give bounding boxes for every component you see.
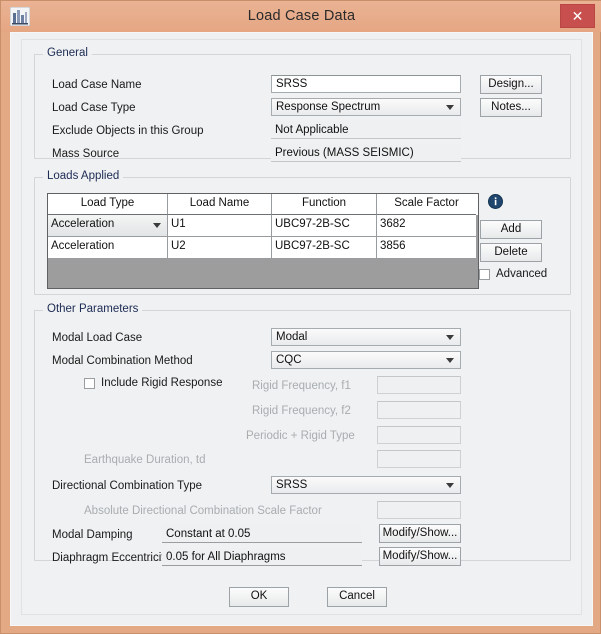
title-bar: Load Case Data ✕ (1, 1, 601, 32)
directional-combination-type-label: Directional Combination Type (52, 480, 203, 492)
include-rigid-response-checkbox[interactable]: Include Rigid Response (84, 377, 222, 389)
cell-function[interactable]: UBC97-2B-SC (272, 215, 377, 237)
add-load-button[interactable]: Add (480, 220, 542, 239)
load-case-type-value: Response Spectrum (276, 101, 381, 113)
loads-applied-group-title: Loads Applied (43, 170, 124, 182)
advanced-checkbox-label: Advanced (496, 268, 548, 280)
table-row[interactable]: Acceleration U1 UBC97-2B-SC 3682 (48, 215, 478, 237)
directional-combination-type-select[interactable]: SRSS (271, 476, 461, 494)
dialog-window: Load Case Data ✕ General Load Case Name … (0, 0, 601, 634)
load-case-name-input[interactable]: SRSS (271, 75, 461, 93)
chevron-down-icon (446, 358, 454, 363)
chevron-down-icon (446, 483, 454, 488)
chevron-down-icon (446, 105, 454, 110)
exclude-objects-group-label: Exclude Objects in this Group (52, 125, 204, 137)
chevron-down-icon (153, 223, 161, 228)
modal-damping-value: Constant at 0.05 (162, 525, 362, 543)
chevron-down-icon (446, 335, 454, 340)
absolute-scale-factor-label: Absolute Directional Combination Scale F… (84, 505, 322, 517)
cell-load-type-select[interactable]: Acceleration (48, 215, 168, 237)
load-case-type-label: Load Case Type (52, 102, 136, 114)
column-header-load-type: Load Type (48, 194, 168, 215)
absolute-scale-factor-input (377, 501, 461, 519)
mass-source-label: Mass Source (52, 148, 120, 160)
diaphragm-eccentricity-modify-show-button[interactable]: Modify/Show... (379, 547, 461, 566)
modal-damping-modify-show-button[interactable]: Modify/Show... (379, 524, 461, 543)
notes-button[interactable]: Notes... (480, 98, 542, 117)
general-group-title: General (43, 47, 92, 59)
modal-damping-label: Modal Damping (52, 529, 133, 541)
dialog-client: General Load Case Name SRSS Load Case Ty… (10, 32, 593, 626)
cell-load-type[interactable]: Acceleration (48, 237, 168, 259)
loads-applied-table[interactable]: Load Type Load Name Function Scale Facto… (47, 193, 479, 289)
periodic-rigid-type-input (377, 426, 461, 444)
directional-combination-type-value: SRSS (276, 479, 308, 491)
include-rigid-response-label: Include Rigid Response (101, 377, 223, 389)
table-header-row: Load Type Load Name Function Scale Facto… (48, 194, 478, 215)
modal-combination-method-value: CQC (276, 354, 302, 366)
load-case-type-select[interactable]: Response Spectrum (271, 98, 461, 116)
diaphragm-eccentricity-label: Diaphragm Eccentricity (52, 552, 171, 564)
earthquake-duration-label: Earthquake Duration, td (84, 454, 206, 466)
cell-load-name[interactable]: U2 (168, 237, 272, 259)
modal-load-case-label: Modal Load Case (52, 332, 143, 344)
earthquake-duration-input (377, 450, 461, 468)
cell-scale-factor[interactable]: 3856 (377, 237, 476, 259)
rigid-frequency-f2-input (377, 401, 461, 419)
cell-scale-factor[interactable]: 3682 (377, 215, 476, 237)
cell-load-type-value: Acceleration (51, 218, 115, 230)
diaphragm-eccentricity-value: 0.05 for All Diaphragms (162, 548, 362, 566)
dialog-content: General Load Case Name SRSS Load Case Ty… (21, 39, 582, 615)
checkbox-box[interactable] (84, 377, 95, 389)
ok-button[interactable]: OK (229, 587, 289, 607)
column-header-scale-factor: Scale Factor (377, 194, 476, 215)
exclude-objects-group-value: Not Applicable (271, 121, 461, 139)
rigid-frequency-f2-label: Rigid Frequency, f2 (252, 405, 351, 417)
column-header-load-name: Load Name (168, 194, 272, 215)
table-row[interactable]: Acceleration U2 UBC97-2B-SC 3856 (48, 237, 478, 259)
cell-function[interactable]: UBC97-2B-SC (272, 237, 377, 259)
table-empty-area (48, 259, 478, 288)
modal-load-case-select[interactable]: Modal (271, 328, 461, 346)
design-button[interactable]: Design... (480, 75, 542, 94)
other-parameters-group-title: Other Parameters (43, 303, 143, 315)
periodic-rigid-type-label: Periodic + Rigid Type (246, 430, 355, 442)
close-icon[interactable]: ✕ (560, 4, 595, 28)
cell-load-name[interactable]: U1 (168, 215, 272, 237)
modal-combination-method-label: Modal Combination Method (52, 355, 193, 367)
rigid-frequency-f1-label: Rigid Frequency, f1 (252, 380, 351, 392)
load-case-name-label: Load Case Name (52, 79, 142, 91)
modal-combination-method-select[interactable]: CQC (271, 351, 461, 369)
delete-load-button[interactable]: Delete (480, 243, 542, 262)
info-circle-icon[interactable] (488, 194, 503, 209)
mass-source-value: Previous (MASS SEISMIC) (271, 144, 461, 162)
rigid-frequency-f1-input (377, 376, 461, 394)
window-title: Load Case Data (247, 8, 356, 24)
modal-load-case-value: Modal (276, 331, 308, 343)
checkbox-box[interactable] (479, 268, 490, 280)
column-header-function: Function (272, 194, 377, 215)
cancel-button[interactable]: Cancel (327, 587, 387, 607)
advanced-checkbox[interactable]: Advanced (479, 268, 547, 280)
